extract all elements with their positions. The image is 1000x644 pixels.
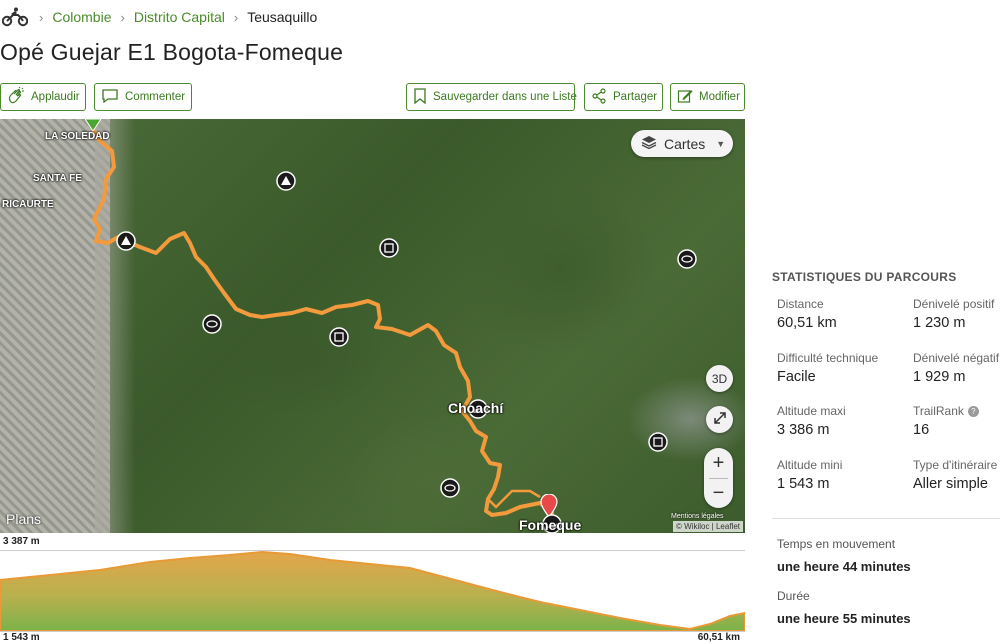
map-label-ricaurte: RICAURTE <box>2 199 54 210</box>
elevation-max-label: 3 387 m <box>3 536 40 547</box>
applaud-button[interactable]: Applaudir <box>0 83 86 111</box>
stat-route-type: Type d'itinéraire Aller simple <box>913 458 998 492</box>
layers-icon <box>641 135 657 152</box>
stats-heading: STATISTIQUES DU PARCOURS <box>772 270 957 284</box>
save-to-list-button[interactable]: Sauvegarder dans une Liste <box>406 83 577 111</box>
share-icon <box>591 87 607 107</box>
stat-difficulty: Difficulté technique Facile <box>777 351 879 385</box>
map-layer-label: Cartes <box>664 135 706 152</box>
map-attribution[interactable]: © Wikiloc | Leaflet <box>673 521 743 532</box>
caret-down-icon: ▼ <box>716 138 726 149</box>
stat-trailrank: TrailRank? 16 <box>913 404 1000 438</box>
route-track <box>90 125 554 517</box>
map-label-fomeque: Fomeque <box>519 517 582 533</box>
stat-max-altitude: Altitude maxi 3 386 m <box>777 404 846 438</box>
comment-button[interactable]: Commenter <box>94 83 192 111</box>
comment-label: Commenter <box>125 91 186 103</box>
elevation-min-label: 1 543 m <box>3 632 40 643</box>
elevation-distance-label: 60,51 km <box>697 632 740 643</box>
zoom-in-button[interactable]: + <box>704 448 733 478</box>
chevron-right-icon: › <box>39 9 44 25</box>
route-map[interactable]: LA SOLEDAD SANTA FE RICAURTE Choachí Fom… <box>0 119 745 533</box>
waypoint-summit-icon[interactable] <box>276 171 296 196</box>
waypoint-viewpoint-icon[interactable] <box>440 478 460 503</box>
bookmark-icon <box>413 87 427 107</box>
chevron-right-icon: › <box>233 9 239 25</box>
stat-elevation-gain: Dénivelé positif 1 230 m <box>913 297 995 331</box>
stat-min-altitude: Altitude mini 1 543 m <box>777 458 843 492</box>
map-provider-logo: Plans <box>6 511 42 527</box>
stat-moving-time: Temps en mouvement une heure 44 minutes <box>777 537 911 574</box>
help-icon[interactable]: ? <box>967 406 979 417</box>
edit-label: Modifier <box>699 91 740 103</box>
fullscreen-button[interactable] <box>706 406 733 433</box>
breadcrumb-link-distrito-capital[interactable]: Distrito Capital <box>134 9 225 25</box>
route-stats: STATISTIQUES DU PARCOURS Distance 60,51 k… <box>772 270 1000 492</box>
waypoint-viewpoint-icon[interactable] <box>677 249 697 274</box>
edit-icon <box>677 88 693 107</box>
share-label: Partager <box>613 91 658 103</box>
waypoint-building-icon[interactable] <box>648 432 668 457</box>
elevation-area <box>0 550 745 631</box>
page-title: Opé Guejar E1 Bogota-Fomeque <box>0 39 344 65</box>
waypoint-summit-icon[interactable] <box>116 231 136 256</box>
breadcrumb-current: Teusaquillo <box>247 9 318 25</box>
expand-icon <box>713 411 727 428</box>
stat-duration: Durée une heure 55 minutes <box>777 589 911 626</box>
map-label-santa-fe: SANTA FE <box>33 173 82 184</box>
share-button[interactable]: Partager <box>584 83 663 111</box>
stat-distance: Distance 60,51 km <box>777 297 837 331</box>
applaud-label: Applaudir <box>31 91 80 103</box>
zoom-out-button[interactable]: − <box>704 478 733 508</box>
motorcycle-icon <box>0 4 30 30</box>
map-label-choachi: Choachí <box>448 400 504 416</box>
comment-icon <box>101 88 119 107</box>
zoom-control: + − <box>704 448 733 508</box>
save-to-list-label: Sauvegarder dans une Liste <box>433 91 577 103</box>
edit-button[interactable]: Modifier <box>670 83 745 111</box>
map-3d-button[interactable]: 3D <box>706 365 733 392</box>
stat-elevation-loss: Dénivelé négatif 1 929 m <box>913 351 1000 385</box>
elevation-profile[interactable]: 3 387 m 1 543 m 60,51 km <box>0 533 745 644</box>
chevron-right-icon: › <box>120 9 125 25</box>
waypoint-viewpoint-icon[interactable] <box>202 314 222 339</box>
waypoint-building-icon[interactable] <box>379 238 399 263</box>
breadcrumb: › Colombie › Distrito Capital › Teusaqui… <box>0 4 317 30</box>
clapping-hands-icon <box>7 86 25 108</box>
legal-mentions-link[interactable]: Mentions légales <box>671 513 724 520</box>
map-layer-selector[interactable]: Cartes ▼ <box>631 130 733 157</box>
waypoint-building-icon[interactable] <box>329 327 349 352</box>
breadcrumb-link-colombie[interactable]: Colombie <box>52 9 111 25</box>
map-label-la-soledad: LA SOLEDAD <box>45 131 110 142</box>
